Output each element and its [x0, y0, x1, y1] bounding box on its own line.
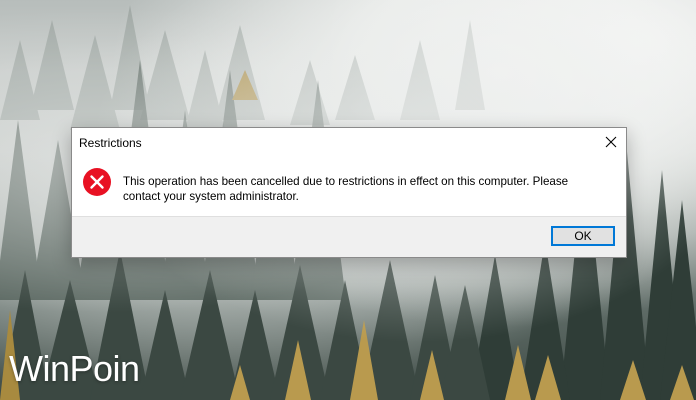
close-button[interactable] [596, 128, 626, 156]
dialog-title: Restrictions [79, 136, 142, 150]
ok-button[interactable]: OK [551, 226, 615, 246]
close-icon [605, 136, 617, 148]
dialog-content: This operation has been cancelled due to… [72, 158, 626, 216]
dialog-footer: OK [72, 216, 626, 257]
dialog-titlebar[interactable]: Restrictions [72, 128, 626, 158]
watermark-text: WinPoin [9, 348, 140, 389]
error-icon [83, 168, 111, 196]
restrictions-dialog: Restrictions This operation has been can… [71, 127, 627, 258]
error-message: This operation has been cancelled due to… [123, 175, 569, 203]
